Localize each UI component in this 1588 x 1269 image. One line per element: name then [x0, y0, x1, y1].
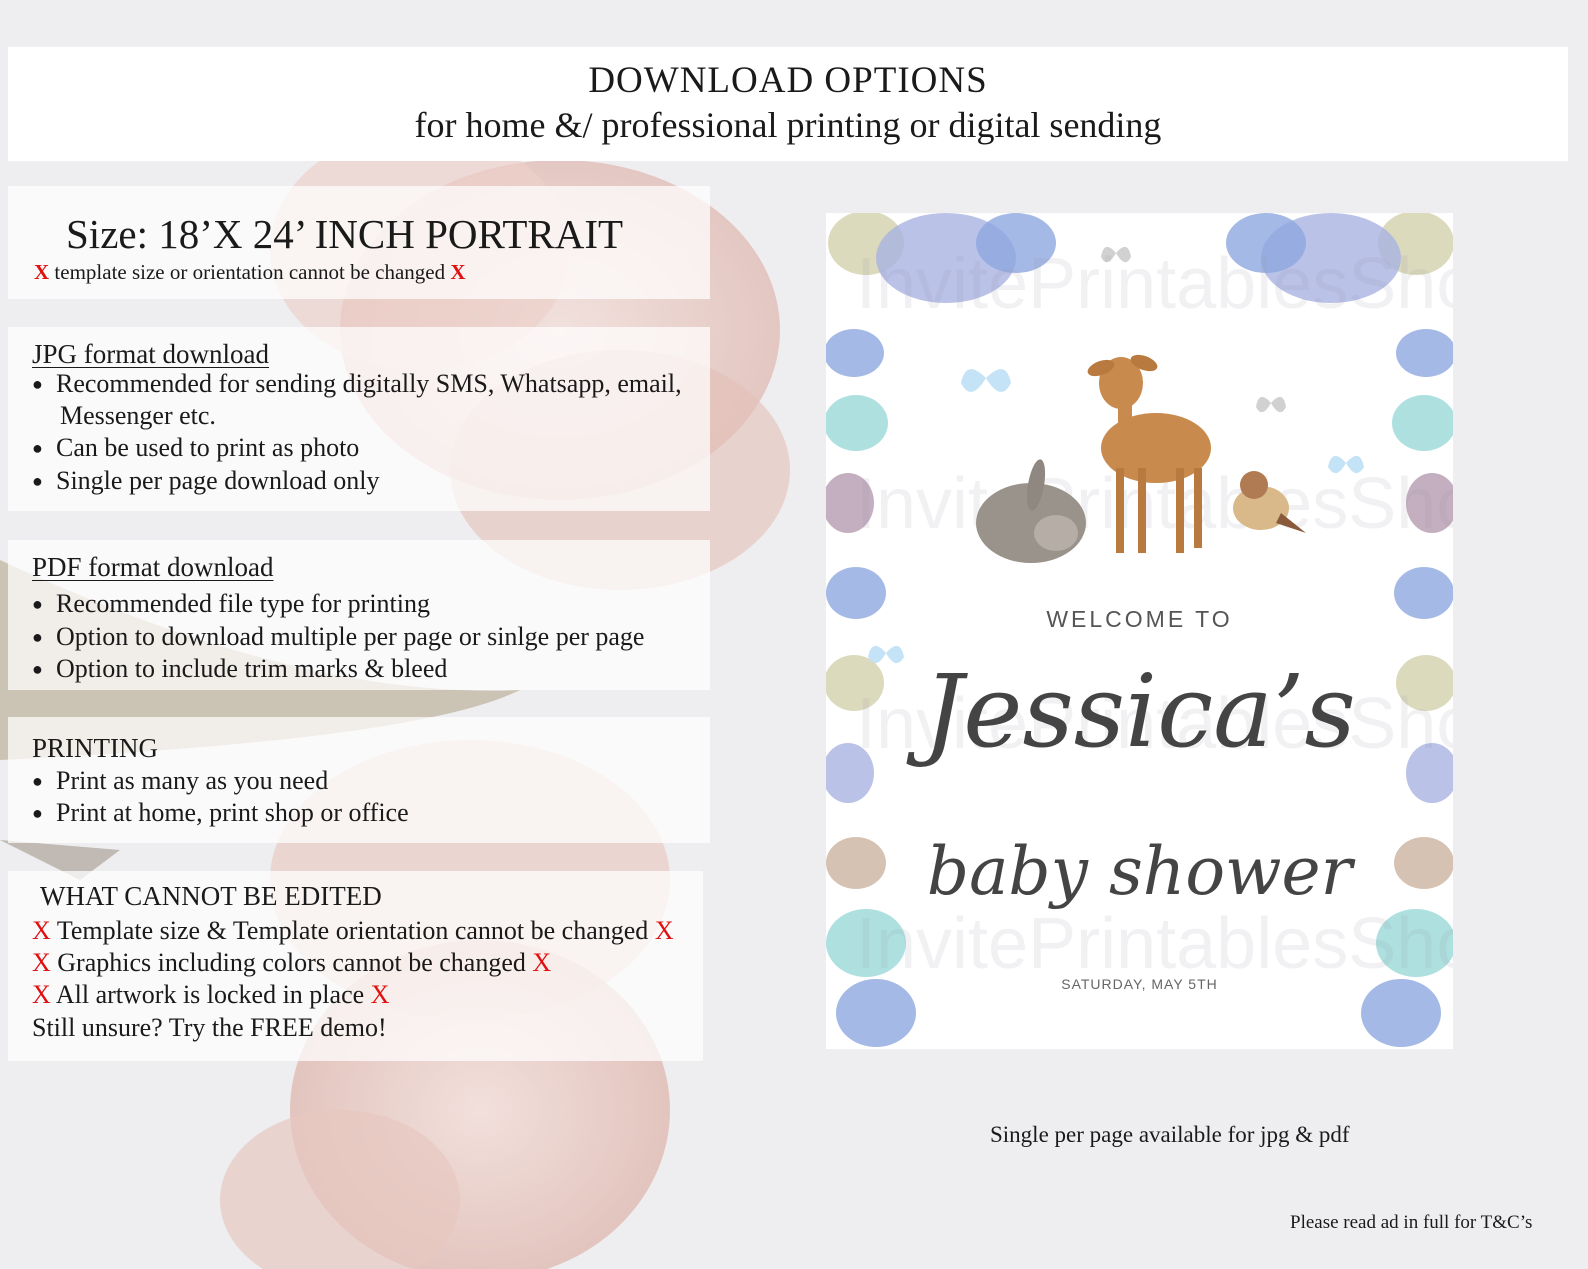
header-banner: DOWNLOAD OPTIONS for home &/ professiona…: [8, 47, 1568, 161]
bullet-icon: ●: [32, 659, 43, 679]
not-editable-heading: WHAT CANNOT BE EDITED: [40, 881, 382, 911]
x-mark-icon: X: [32, 916, 51, 945]
header-subtitle: for home &/ professional printing or dig…: [414, 105, 1162, 145]
poster-event: baby shower: [926, 833, 1353, 910]
size-note: X template size or orientation cannot be…: [34, 260, 466, 285]
size-title: Size: 18’X 24’ INCH PORTRAIT: [66, 211, 624, 257]
size-panel: Size: 18’X 24’ INCH PORTRAIT X template …: [8, 186, 710, 299]
demo-text: Still unsure? Try the FREE demo!: [32, 1013, 387, 1042]
x-mark-icon: X: [32, 948, 51, 977]
jpg-heading: JPG format download: [32, 339, 269, 369]
list-item: ● Print as many as you need: [32, 766, 329, 795]
list-item: Messenger etc.: [60, 401, 216, 430]
list-item: ● Option to download multiple per page or…: [32, 622, 645, 651]
poster-name: Jessica’s: [923, 653, 1356, 770]
x-mark-icon: X: [34, 260, 50, 284]
bullet-icon: ●: [32, 803, 43, 823]
list-item: ● Recommended for sending digitally SMS, …: [32, 369, 682, 398]
bullet-icon: ●: [32, 771, 43, 791]
list-item: X All artwork is locked in place X: [32, 980, 390, 1009]
x-mark-icon: X: [32, 980, 51, 1009]
size-note-text: template size or orientation cannot be c…: [54, 260, 446, 284]
list-item: ● Recommended file type for printing: [32, 589, 431, 618]
bunny-illustration: [976, 459, 1086, 563]
printing-panel: PRINTING ● Print as many as you need ● Pri…: [8, 717, 710, 843]
pdf-heading: PDF format download: [32, 552, 274, 582]
list-item: X Template size & Template orientation c…: [32, 916, 674, 945]
list-item: ● Option to include trim marks & bleed: [32, 654, 448, 683]
list-item: ● Single per page download only: [32, 466, 380, 495]
deer-illustration: [1087, 354, 1211, 553]
bullet-icon: ●: [32, 471, 43, 491]
jpg-panel: JPG format download ● Recommended for sen…: [8, 327, 710, 511]
x-mark-icon: X: [450, 260, 466, 284]
list-item: X Graphics including colors cannot be ch…: [32, 948, 552, 977]
bird-illustration: [1233, 471, 1306, 533]
poster-preview: InvitePrintablesShop InvitePrintablesSho…: [826, 213, 1453, 1049]
list-item: ● Can be used to print as photo: [32, 433, 360, 462]
pdf-panel: PDF format download ● Recommended file ty…: [8, 540, 710, 690]
x-mark-icon: X: [370, 980, 390, 1009]
x-mark-icon: X: [532, 948, 552, 977]
x-mark-icon: X: [654, 916, 674, 945]
bullet-icon: ●: [32, 627, 43, 647]
not-editable-panel: WHAT CANNOT BE EDITED X Template size & …: [8, 871, 703, 1061]
bullet-icon: ●: [32, 594, 43, 614]
header-title: DOWNLOAD OPTIONS: [588, 60, 988, 101]
printing-heading: PRINTING: [32, 733, 158, 763]
poster-caption: Single per page available for jpg & pdf: [990, 1122, 1350, 1147]
poster-welcome: WELCOME TO: [1046, 606, 1233, 632]
poster-date: SATURDAY, MAY 5TH: [1061, 976, 1218, 992]
list-item: ● Print at home, print shop or office: [32, 798, 409, 827]
footer-note: Please read ad in full for T&C’s: [1290, 1212, 1533, 1233]
bullet-icon: ●: [32, 438, 43, 458]
bullet-icon: ●: [32, 374, 43, 394]
